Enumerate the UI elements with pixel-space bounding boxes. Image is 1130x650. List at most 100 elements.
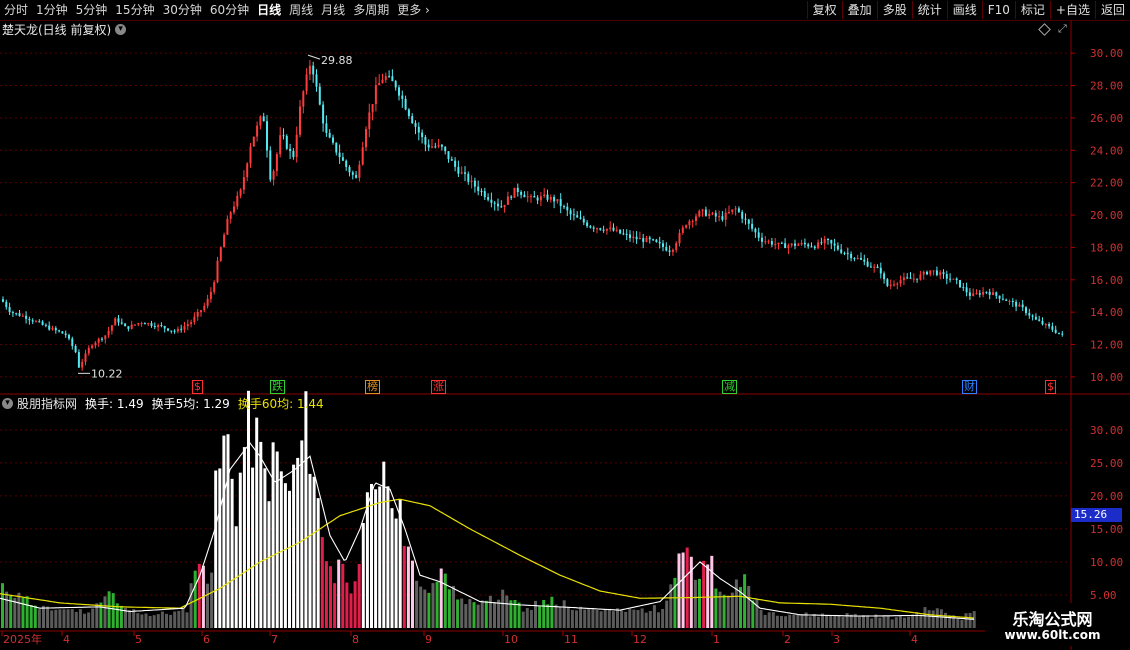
ind-tick-label-0: 5.00 bbox=[1090, 589, 1117, 602]
candle-body-302 bbox=[998, 295, 1001, 299]
candle-body-313 bbox=[1034, 316, 1037, 320]
candle-body-215 bbox=[711, 213, 714, 215]
candle-body-214 bbox=[708, 214, 711, 216]
turnover-bar-168 bbox=[689, 556, 693, 628]
turnover-bar-98 bbox=[402, 546, 406, 628]
candle-body-210 bbox=[695, 216, 697, 221]
candle-body-125 bbox=[414, 123, 417, 127]
candle-body-221 bbox=[731, 209, 734, 213]
candle-body-43 bbox=[143, 323, 146, 325]
candle-body-174 bbox=[576, 215, 579, 218]
turnover-bar-73 bbox=[300, 440, 304, 628]
turnover-bar-137 bbox=[562, 600, 566, 628]
candle-body-120 bbox=[398, 87, 400, 96]
candle-body-171 bbox=[566, 206, 569, 211]
turnover-bar-126 bbox=[517, 602, 521, 628]
candle-body-296 bbox=[978, 293, 981, 295]
candle-body-157 bbox=[520, 192, 523, 195]
candle-body-35 bbox=[117, 318, 120, 323]
turnover-bar-74 bbox=[304, 391, 308, 628]
chevron-down-icon[interactable]: ▾ bbox=[115, 23, 127, 35]
candle-body-188 bbox=[622, 233, 625, 235]
candle-body-151 bbox=[500, 206, 503, 208]
candle-body-81 bbox=[269, 150, 272, 180]
turnover-bar-0 bbox=[1, 583, 4, 628]
time-label-4: 7 bbox=[271, 633, 278, 646]
candle-body-251 bbox=[830, 240, 833, 244]
candle-body-191 bbox=[632, 236, 635, 239]
candle-body-31 bbox=[104, 335, 107, 340]
candle-body-131 bbox=[434, 146, 437, 148]
candle-body-99 bbox=[328, 132, 331, 138]
candle-body-308 bbox=[1018, 304, 1021, 307]
candle-body-194 bbox=[642, 238, 645, 242]
turnover-bar-33 bbox=[136, 613, 140, 628]
chevron-down-icon[interactable]: ▾ bbox=[2, 397, 13, 409]
turnover-bar-229 bbox=[939, 609, 943, 628]
candle-body-267 bbox=[883, 273, 886, 280]
candle-body-202 bbox=[668, 250, 671, 252]
candle-body-116 bbox=[384, 76, 387, 80]
candle-body-111 bbox=[368, 112, 371, 130]
candle-body-101 bbox=[335, 142, 338, 153]
turnover-bar-64 bbox=[263, 468, 267, 628]
candle-body-312 bbox=[1031, 315, 1034, 317]
candle-body-275 bbox=[909, 277, 912, 279]
turnover-bar-176 bbox=[722, 594, 726, 628]
candle-body-155 bbox=[513, 187, 516, 198]
turnover-bar-8 bbox=[33, 605, 37, 628]
time-label-7: 10 bbox=[504, 633, 518, 646]
candle-body-177 bbox=[586, 222, 589, 227]
candle-body-28 bbox=[94, 342, 97, 346]
turnover-bar-130 bbox=[534, 600, 537, 628]
candle-body-318 bbox=[1051, 326, 1054, 330]
turnover-bar-16 bbox=[66, 609, 70, 628]
candle-body-55 bbox=[183, 326, 186, 330]
candle-body-317 bbox=[1048, 323, 1051, 327]
turnover-bar-148 bbox=[607, 608, 611, 628]
time-label-1: 4 bbox=[63, 633, 70, 646]
price-tick-label-7: 24.00 bbox=[1090, 144, 1123, 157]
turnover-bar-99 bbox=[406, 546, 410, 628]
turnover-bar-42 bbox=[173, 611, 177, 628]
turnover-bar-205 bbox=[841, 616, 845, 628]
turnover-bar-145 bbox=[595, 609, 599, 628]
event-marker-4[interactable]: 减 bbox=[722, 380, 737, 394]
candle-body-314 bbox=[1038, 319, 1041, 321]
candle-body-203 bbox=[671, 249, 674, 252]
time-label-6: 9 bbox=[425, 633, 432, 646]
turnover-bar-171 bbox=[702, 560, 706, 628]
candle-body-300 bbox=[992, 292, 994, 295]
turnover-bar-110 bbox=[452, 585, 455, 628]
turnover-bar-216 bbox=[886, 615, 890, 628]
turnover-bar-111 bbox=[456, 599, 460, 628]
event-marker-1[interactable]: 跌 bbox=[270, 380, 285, 394]
candle-body-33 bbox=[110, 325, 113, 331]
candle-body-66 bbox=[219, 247, 222, 261]
candle-body-97 bbox=[322, 104, 325, 124]
candle-body-138 bbox=[457, 166, 460, 174]
candle-body-1 bbox=[5, 301, 8, 308]
time-label-9: 12 bbox=[633, 633, 647, 646]
event-marker-2[interactable]: 榜 bbox=[365, 380, 380, 394]
candle-body-45 bbox=[150, 323, 153, 326]
event-marker-5[interactable]: 财 bbox=[962, 380, 977, 394]
event-marker-6[interactable]: $ bbox=[1045, 380, 1056, 394]
turnover-bar-26 bbox=[107, 591, 111, 628]
candle-body-88 bbox=[292, 150, 295, 158]
candle-body-175 bbox=[579, 217, 582, 219]
expand-icon[interactable]: ⤢ bbox=[1058, 22, 1067, 36]
turnover-bar-39 bbox=[160, 611, 164, 628]
candle-body-212 bbox=[701, 209, 704, 211]
event-marker-0[interactable]: $ bbox=[192, 380, 203, 394]
candle-body-187 bbox=[619, 229, 622, 234]
candle-body-223 bbox=[737, 208, 740, 212]
turnover-bar-35 bbox=[144, 613, 148, 628]
candle-body-93 bbox=[308, 65, 311, 75]
candle-body-225 bbox=[744, 218, 747, 220]
turnover-bar-113 bbox=[464, 604, 468, 628]
event-marker-3[interactable]: 涨 bbox=[431, 380, 446, 394]
candle-body-236 bbox=[780, 242, 783, 244]
candle-body-233 bbox=[770, 241, 773, 245]
stock-chart[interactable]: 10.00 12.00 14.00 16.00 18.00 20.00 22.00 24.00… bbox=[0, 0, 1130, 650]
